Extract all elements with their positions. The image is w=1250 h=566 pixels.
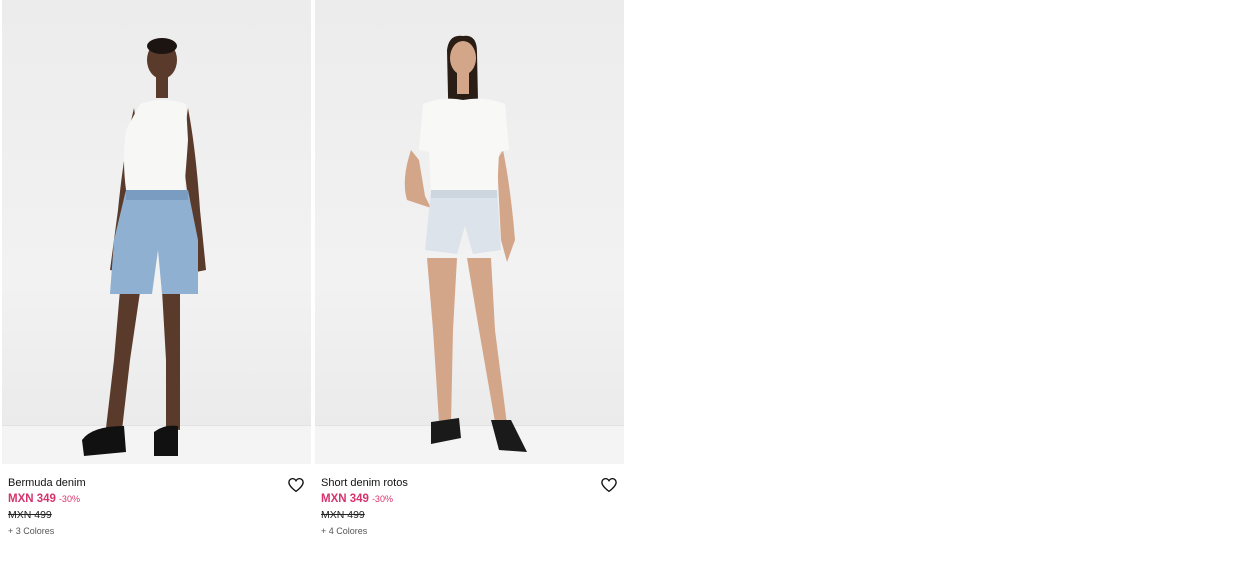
discount-badge: -30%	[58, 494, 80, 504]
original-price: MXN 499	[321, 509, 365, 521]
heart-icon[interactable]	[600, 476, 618, 494]
sale-price: MXN 349	[321, 493, 369, 505]
product-card[interactable]: Bermuda denim MXN 349 -30% MXN 499 + 3 Co…	[2, 0, 311, 566]
product-image[interactable]	[2, 0, 311, 464]
product-grid: Bermuda denim MXN 349 -30% MXN 499 + 3 Co…	[2, 0, 624, 566]
product-info: Short denim rotos MXN 349 -30% MXN 499 + …	[315, 464, 624, 566]
price-row: MXN 349 -30%	[8, 492, 305, 506]
color-count[interactable]: + 3 Colores	[8, 525, 305, 537]
product-name[interactable]: Bermuda denim	[8, 476, 305, 490]
product-info: Bermuda denim MXN 349 -30% MXN 499 + 3 Co…	[2, 464, 311, 566]
sale-price: MXN 349	[8, 493, 56, 505]
model-short-photo	[404, 35, 527, 452]
original-price: MXN 499	[8, 509, 52, 521]
product-name[interactable]: Short denim rotos	[321, 476, 618, 490]
price-row: MXN 349 -30%	[321, 492, 618, 506]
product-image[interactable]	[315, 0, 624, 464]
heart-icon[interactable]	[287, 476, 305, 494]
model-bermuda-photo	[82, 38, 206, 456]
product-card[interactable]: Short denim rotos MXN 349 -30% MXN 499 + …	[315, 0, 624, 566]
discount-badge: -30%	[371, 494, 393, 504]
color-count[interactable]: + 4 Colores	[321, 525, 618, 537]
